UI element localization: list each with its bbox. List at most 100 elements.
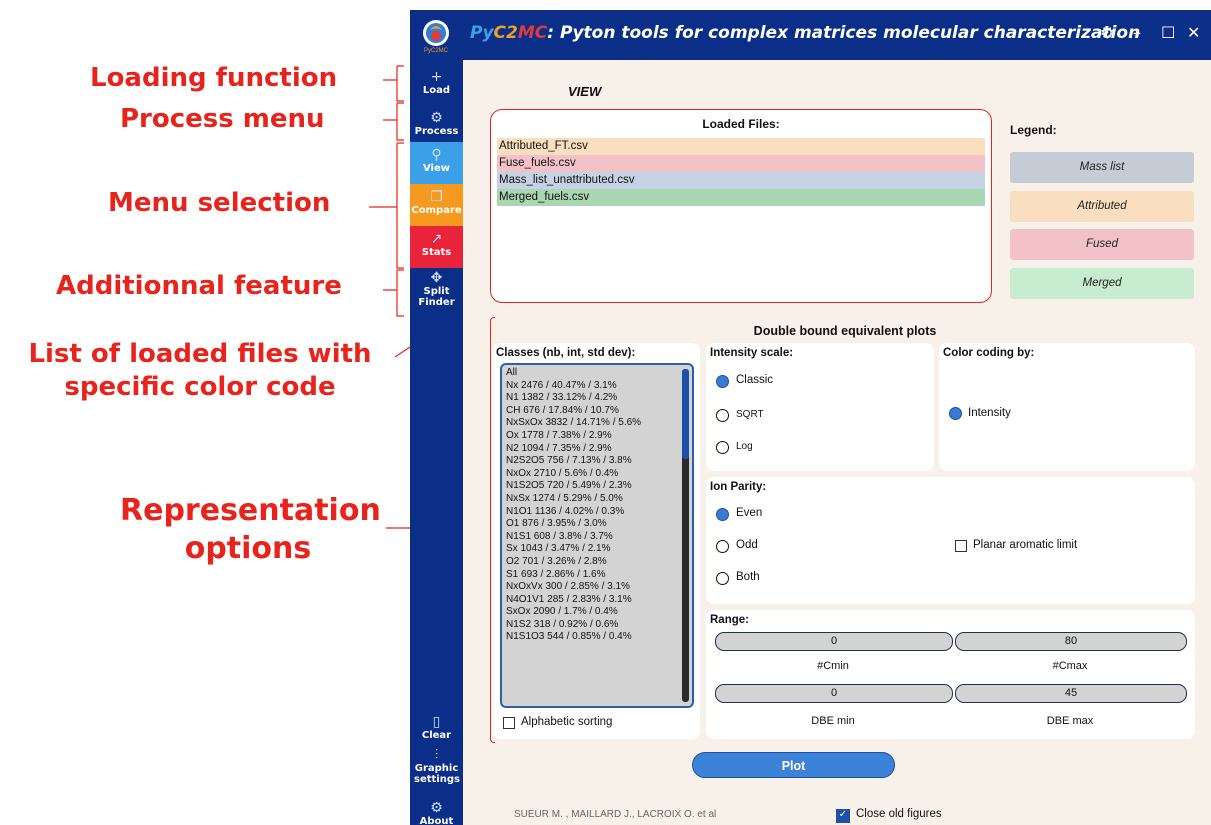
class-list-item[interactable]: N1S1 608 / 3.8% / 3.7% — [502, 531, 692, 544]
parity-both-radio[interactable] — [716, 572, 729, 585]
color-intensity-radio[interactable] — [949, 407, 962, 420]
intensity-log-radio[interactable] — [716, 441, 729, 454]
loaded-files-panel: Loaded Files: Attributed_FT.csv Fuse_fue… — [490, 109, 992, 303]
planar-aromatic-checkbox[interactable] — [955, 540, 967, 552]
cmax-label: #Cmax — [1052, 660, 1088, 672]
sidebar-item-view-label: View — [422, 163, 450, 174]
authors-credit: SUEUR M. , MAILLARD J., LACROIX O. et al — [514, 809, 717, 820]
sidebar-item-split-finder-label: Split Finder — [418, 286, 455, 308]
dbe-max-input[interactable]: 45 — [955, 684, 1187, 703]
alphabetic-sorting-checkbox[interactable] — [503, 717, 515, 729]
intensity-log-label: Log — [736, 441, 753, 452]
legend-merged: Merged — [1010, 268, 1194, 299]
svg-text:PyC2MC: PyC2MC — [424, 48, 449, 54]
parity-even-label: Even — [736, 507, 763, 519]
close-old-figures-label: Close old figures — [856, 808, 942, 820]
class-list-item[interactable]: N1 1382 / 33.12% / 4.2% — [502, 392, 692, 405]
class-list-item[interactable]: NxSxOx 3832 / 14.71% / 5.6% — [502, 417, 692, 430]
class-list-item[interactable]: All — [502, 367, 692, 380]
loaded-file-item[interactable]: Attributed_FT.csv — [497, 138, 985, 155]
intensity-scale-title: Intensity scale: — [710, 347, 794, 359]
parity-even-radio[interactable] — [716, 508, 729, 521]
sidebar: PyC2MC + Load ⚙ Process ⚲ View ❐ Compare ↗ St… — [410, 10, 463, 825]
legend-title: Legend: — [1010, 123, 1057, 137]
cmin-input[interactable]: 0 — [715, 632, 953, 651]
class-list-item[interactable]: Ox 1778 / 7.38% / 2.9% — [502, 430, 692, 443]
legend-fused: Fused — [1010, 229, 1194, 260]
cmax-input[interactable]: 80 — [955, 632, 1187, 651]
title-mc: MC — [517, 23, 548, 43]
close-icon[interactable]: ✕ — [1187, 23, 1200, 42]
annotation-additional: Additionnal feature — [56, 271, 342, 301]
sidebar-item-clear[interactable]: ▯ Clear — [410, 715, 463, 745]
class-list-item[interactable]: N1S2 318 / 0.92% / 0.6% — [502, 619, 692, 632]
class-list-item[interactable]: O2 701 / 3.26% / 2.8% — [502, 556, 692, 569]
gear-icon: ⚙ — [430, 800, 443, 816]
app-window: PyC2MC: Pyton tools for complex matrices… — [410, 10, 1211, 825]
classes-title: Classes (nb, int, std dev): — [496, 347, 636, 359]
legend-mass-list: Mass list — [1010, 152, 1194, 183]
classes-items: All Nx 2476 / 40.47% / 3.1% N1 1382 / 33.1… — [502, 365, 692, 644]
class-list-item[interactable]: O1 876 / 3.95% / 3.0% — [502, 518, 692, 531]
sidebar-item-graphic-settings[interactable]: ⫶ Graphic settings — [410, 748, 463, 794]
dbe-min-input[interactable]: 0 — [715, 684, 953, 703]
parity-odd-radio[interactable] — [716, 540, 729, 553]
loaded-file-item[interactable]: Fuse_fuels.csv — [497, 155, 985, 172]
class-list-item[interactable]: N1S2O5 720 / 5.49% / 2.3% — [502, 480, 692, 493]
ion-parity-panel: Ion Parity: — [706, 477, 1195, 604]
sidebar-item-load[interactable]: + Load — [410, 70, 463, 106]
sidebar-item-stats[interactable]: ↗ Stats — [410, 226, 463, 268]
title-c2: C2 — [493, 23, 518, 43]
sidebar-item-view[interactable]: ⚲ View — [410, 142, 463, 184]
intensity-classic-radio[interactable] — [716, 375, 729, 388]
annotation-repr-line2: options — [184, 530, 312, 566]
intensity-classic-label: Classic — [736, 374, 774, 386]
sidebar-item-compare-label: Compare — [411, 205, 462, 216]
annotation-list-line2: specific color code — [64, 371, 336, 402]
class-list-item[interactable]: Nx 2476 / 40.47% / 3.1% — [502, 380, 692, 393]
window-title: PyC2MC: Pyton tools for complex matrices… — [470, 23, 1140, 43]
sidebar-item-about[interactable]: ⚙ About — [410, 801, 463, 825]
sliders-icon: ⫶ — [434, 747, 439, 763]
sidebar-item-stats-label: Stats — [421, 247, 452, 258]
annotation-repr-line1: Representation — [120, 493, 381, 528]
class-list-item[interactable]: N2 1094 / 7.35% / 2.9% — [502, 443, 692, 456]
annotation-process: Process menu — [120, 104, 325, 134]
class-list-item[interactable]: S1 693 / 2.86% / 1.6% — [502, 569, 692, 582]
legend-attributed: Attributed — [1010, 191, 1194, 222]
planar-aromatic-label: Planar aromatic limit — [973, 539, 1078, 551]
annotation-list: List of loaded files with specific color… — [8, 338, 392, 403]
copy-icon: ❐ — [430, 189, 443, 205]
sidebar-item-load-label: Load — [422, 85, 451, 96]
class-list-item[interactable]: SxOx 2090 / 1.7% / 0.4% — [502, 606, 692, 619]
sidebar-item-split-finder[interactable]: ✥ Split Finder — [410, 271, 463, 321]
class-list-item[interactable]: N1O1 1136 / 4.02% / 0.3% — [502, 506, 692, 519]
gear-icon: ⚙ — [430, 110, 443, 126]
loaded-file-item[interactable]: Mass_list_unattributed.csv — [497, 172, 985, 189]
maximize-icon[interactable]: ☐ — [1161, 23, 1175, 42]
intensity-sqrt-radio[interactable] — [716, 409, 729, 422]
class-list-item[interactable]: NxSx 1274 / 5.29% / 5.0% — [502, 493, 692, 506]
plus-icon: + — [430, 69, 443, 85]
class-list-item[interactable]: Sx 1043 / 3.47% / 2.1% — [502, 543, 692, 556]
sidebar-item-compare[interactable]: ❐ Compare — [410, 184, 463, 226]
class-list-item[interactable]: N1S1O3 544 / 0.85% / 0.4% — [502, 631, 692, 644]
settings-gear-icon[interactable]: ⚙ — [1100, 23, 1114, 42]
color-intensity-label: Intensity — [968, 407, 1011, 419]
search-icon: ⚲ — [431, 147, 442, 163]
sidebar-item-clear-label: Clear — [421, 730, 452, 741]
class-list-item[interactable]: NxOx 2710 / 5.6% / 0.4% — [502, 468, 692, 481]
class-list-item[interactable]: N4O1V1 285 / 2.83% / 3.1% — [502, 594, 692, 607]
loaded-file-item[interactable]: Merged_fuels.csv — [497, 189, 985, 206]
class-list-item[interactable]: CH 676 / 17.84% / 10.7% — [502, 405, 692, 418]
classes-scrollbar-thumb[interactable] — [682, 369, 689, 459]
minimize-icon[interactable]: – — [1133, 23, 1141, 42]
class-list-item[interactable]: NxOxVx 300 / 2.85% / 3.1% — [502, 581, 692, 594]
classes-list[interactable]: All Nx 2476 / 40.47% / 3.1% N1 1382 / 33.1… — [500, 363, 694, 708]
ion-parity-title: Ion Parity: — [710, 481, 767, 493]
class-list-item[interactable]: N2S2O5 756 / 7.13% / 3.8% — [502, 455, 692, 468]
title-rest: : Pyton tools for complex matrices molec… — [547, 23, 1141, 43]
plot-button[interactable]: Plot — [692, 752, 895, 778]
close-old-figures-checkbox[interactable]: ✓ — [836, 809, 850, 823]
title-py: Py — [470, 23, 494, 43]
